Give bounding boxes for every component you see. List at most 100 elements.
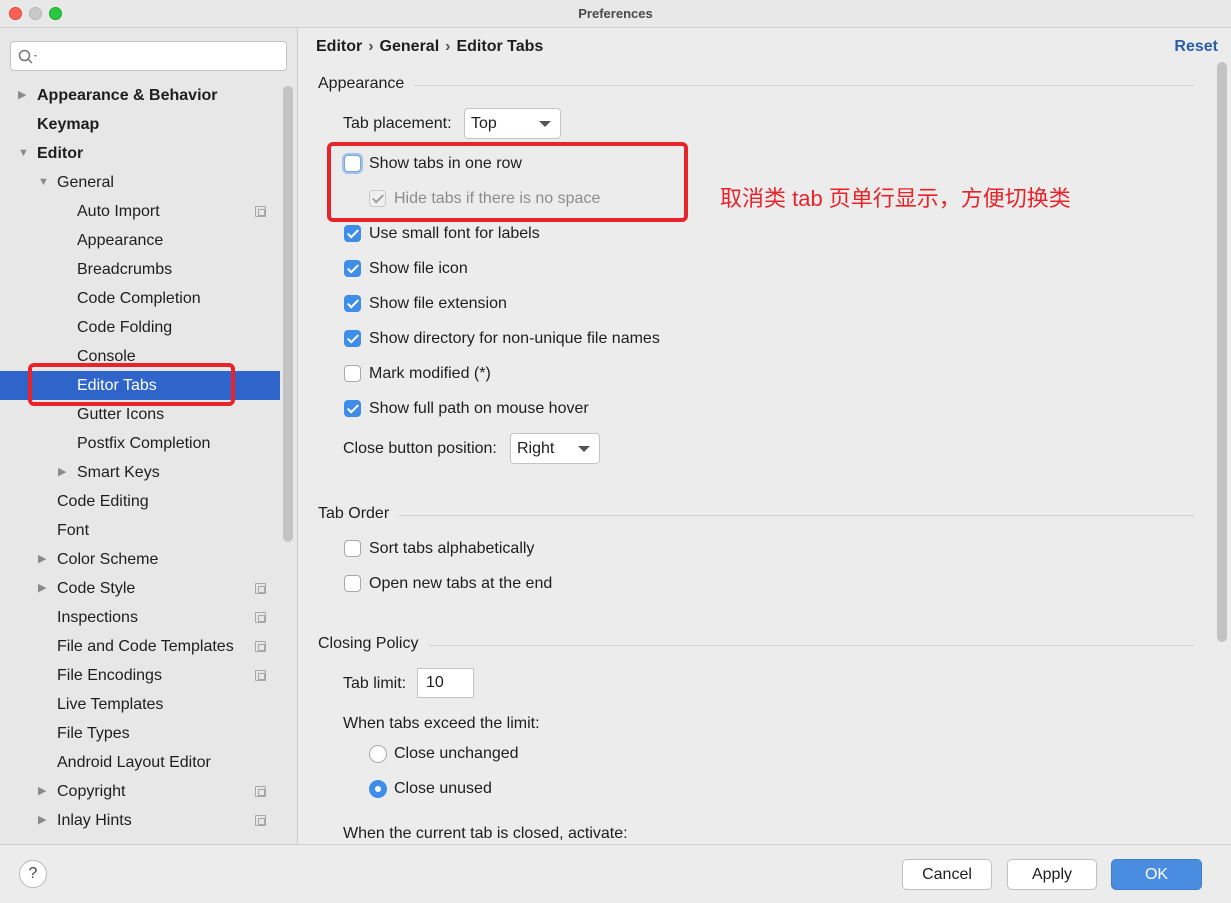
close-unused-radio[interactable] bbox=[369, 780, 387, 798]
settings-sidebar: ▶ Appearance & Behavior Keymap ▼ Editor … bbox=[0, 28, 298, 844]
expand-arrow-icon[interactable]: ▶ bbox=[38, 574, 46, 603]
tree-item-android-layout-editor[interactable]: Android Layout Editor bbox=[0, 748, 280, 777]
expand-arrow-icon[interactable]: ▶ bbox=[38, 777, 46, 806]
search-icon bbox=[18, 49, 37, 64]
tree-item-appearance-behavior[interactable]: ▶ Appearance & Behavior bbox=[0, 81, 280, 110]
project-scope-icon bbox=[255, 612, 266, 623]
show-file-extension-label[interactable]: Show file extension bbox=[369, 295, 507, 313]
expand-arrow-icon[interactable]: ▶ bbox=[18, 81, 26, 110]
content-scrollbar[interactable] bbox=[1217, 62, 1227, 642]
sidebar-scrollbar[interactable] bbox=[283, 86, 293, 542]
tree-item-smart-keys[interactable]: ▶ Smart Keys bbox=[0, 458, 280, 487]
tree-item-postfix-completion[interactable]: Postfix Completion bbox=[0, 429, 280, 458]
open-at-end-checkbox[interactable] bbox=[344, 575, 361, 592]
breadcrumb-item[interactable]: General bbox=[380, 38, 440, 55]
open-at-end-label[interactable]: Open new tabs at the end bbox=[369, 575, 552, 593]
exceed-limit-label: When tabs exceed the limit: bbox=[343, 715, 540, 732]
tree-item-file-encodings[interactable]: File Encodings bbox=[0, 661, 280, 690]
tree-item-breadcrumbs[interactable]: Breadcrumbs bbox=[0, 255, 280, 284]
ok-button[interactable]: OK bbox=[1111, 859, 1202, 890]
close-unused-label[interactable]: Close unused bbox=[394, 780, 492, 798]
tree-item-label: Copyright bbox=[57, 783, 126, 800]
cancel-button[interactable]: Cancel bbox=[902, 859, 992, 890]
annotation-highlight-box bbox=[327, 142, 688, 222]
section-divider bbox=[414, 85, 1194, 86]
activate-on-close-label: When the current tab is closed, activate… bbox=[343, 825, 628, 842]
breadcrumb-item[interactable]: Editor bbox=[316, 38, 362, 55]
tree-item-inspections[interactable]: Inspections bbox=[0, 603, 280, 632]
mark-modified-label[interactable]: Mark modified (*) bbox=[369, 365, 491, 383]
tree-item-keymap[interactable]: Keymap bbox=[0, 110, 280, 139]
chevron-down-icon bbox=[578, 446, 590, 452]
tree-item-label: Android Layout Editor bbox=[57, 754, 211, 771]
title-bar: Preferences bbox=[0, 0, 1231, 28]
tree-item-label: Breadcrumbs bbox=[77, 261, 173, 278]
tree-item-auto-import[interactable]: Auto Import bbox=[0, 197, 280, 226]
tree-item-color-scheme[interactable]: ▶ Color Scheme bbox=[0, 545, 280, 574]
tree-item-general[interactable]: ▼ General bbox=[0, 168, 280, 197]
search-field[interactable] bbox=[10, 41, 287, 71]
apply-button[interactable]: Apply bbox=[1007, 859, 1097, 890]
tree-item-label: General bbox=[57, 174, 114, 191]
tree-item-label: Editor bbox=[37, 145, 84, 162]
annotation-highlight-box bbox=[28, 363, 235, 406]
tree-item-label: Appearance bbox=[77, 232, 164, 249]
breadcrumb-separator: › bbox=[368, 38, 374, 55]
close-button-position-value: Right bbox=[517, 440, 555, 457]
show-directory-label[interactable]: Show directory for non-unique file names bbox=[369, 330, 660, 348]
tab-placement-dropdown[interactable]: Top bbox=[464, 108, 561, 139]
reset-link[interactable]: Reset bbox=[1174, 38, 1218, 56]
expand-arrow-icon[interactable]: ▶ bbox=[38, 545, 46, 574]
tree-item-file-types[interactable]: File Types bbox=[0, 719, 280, 748]
dialog-footer: ? Cancel Apply OK bbox=[0, 844, 1231, 903]
tree-item-label: File and Code Templates bbox=[57, 638, 234, 655]
tree-item-label: Font bbox=[57, 522, 90, 539]
tab-placement-value: Top bbox=[471, 115, 497, 132]
tree-item-label: Inlay Hints bbox=[57, 812, 132, 829]
chevron-down-icon bbox=[539, 121, 551, 127]
tree-item-code-folding[interactable]: Code Folding bbox=[0, 313, 280, 342]
expand-arrow-icon[interactable]: ▶ bbox=[58, 458, 66, 487]
tree-item-file-code-templates[interactable]: File and Code Templates bbox=[0, 632, 280, 661]
show-file-icon-label[interactable]: Show file icon bbox=[369, 260, 468, 278]
sort-alphabetically-label[interactable]: Sort tabs alphabetically bbox=[369, 540, 534, 558]
search-input[interactable] bbox=[45, 46, 281, 66]
show-directory-checkbox[interactable] bbox=[344, 330, 361, 347]
tree-item-label: Inspections bbox=[57, 609, 138, 626]
tree-item-label: Smart Keys bbox=[77, 464, 160, 481]
tree-item-live-templates[interactable]: Live Templates bbox=[0, 690, 280, 719]
close-unchanged-label[interactable]: Close unchanged bbox=[394, 745, 519, 763]
tree-item-label: Code Style bbox=[57, 580, 136, 597]
sort-alphabetically-checkbox[interactable] bbox=[344, 540, 361, 557]
tree-item-label: Code Editing bbox=[57, 493, 149, 510]
project-scope-icon bbox=[255, 583, 266, 594]
expand-arrow-icon[interactable]: ▶ bbox=[38, 806, 46, 835]
tree-item-editor[interactable]: ▼ Editor bbox=[0, 139, 280, 168]
collapse-arrow-icon[interactable]: ▼ bbox=[38, 168, 49, 197]
tree-item-code-completion[interactable]: Code Completion bbox=[0, 284, 280, 313]
full-path-hover-label[interactable]: Show full path on mouse hover bbox=[369, 400, 589, 418]
collapse-arrow-icon[interactable]: ▼ bbox=[18, 139, 29, 168]
project-scope-icon bbox=[255, 670, 266, 681]
small-font-label[interactable]: Use small font for labels bbox=[369, 225, 540, 243]
section-title-appearance: Appearance bbox=[318, 75, 405, 92]
tree-item-inlay-hints[interactable]: ▶ Inlay Hints bbox=[0, 806, 280, 835]
tree-item-label: Live Templates bbox=[57, 696, 164, 713]
close-button-position-dropdown[interactable]: Right bbox=[510, 433, 600, 464]
tree-item-font[interactable]: Font bbox=[0, 516, 280, 545]
tree-item-code-editing[interactable]: Code Editing bbox=[0, 487, 280, 516]
tab-limit-input[interactable]: 10 bbox=[417, 668, 474, 698]
tree-item-appearance[interactable]: Appearance bbox=[0, 226, 280, 255]
tree-item-label: Code Completion bbox=[77, 290, 201, 307]
small-font-checkbox[interactable] bbox=[344, 225, 361, 242]
mark-modified-checkbox[interactable] bbox=[344, 365, 361, 382]
help-button[interactable]: ? bbox=[19, 860, 47, 888]
tree-item-code-style[interactable]: ▶ Code Style bbox=[0, 574, 280, 603]
close-unchanged-radio[interactable] bbox=[369, 745, 387, 763]
full-path-hover-checkbox[interactable] bbox=[344, 400, 361, 417]
show-file-icon-checkbox[interactable] bbox=[344, 260, 361, 277]
project-scope-icon bbox=[255, 206, 266, 217]
show-file-extension-checkbox[interactable] bbox=[344, 295, 361, 312]
tree-item-copyright[interactable]: ▶ Copyright bbox=[0, 777, 280, 806]
section-divider bbox=[429, 645, 1194, 646]
